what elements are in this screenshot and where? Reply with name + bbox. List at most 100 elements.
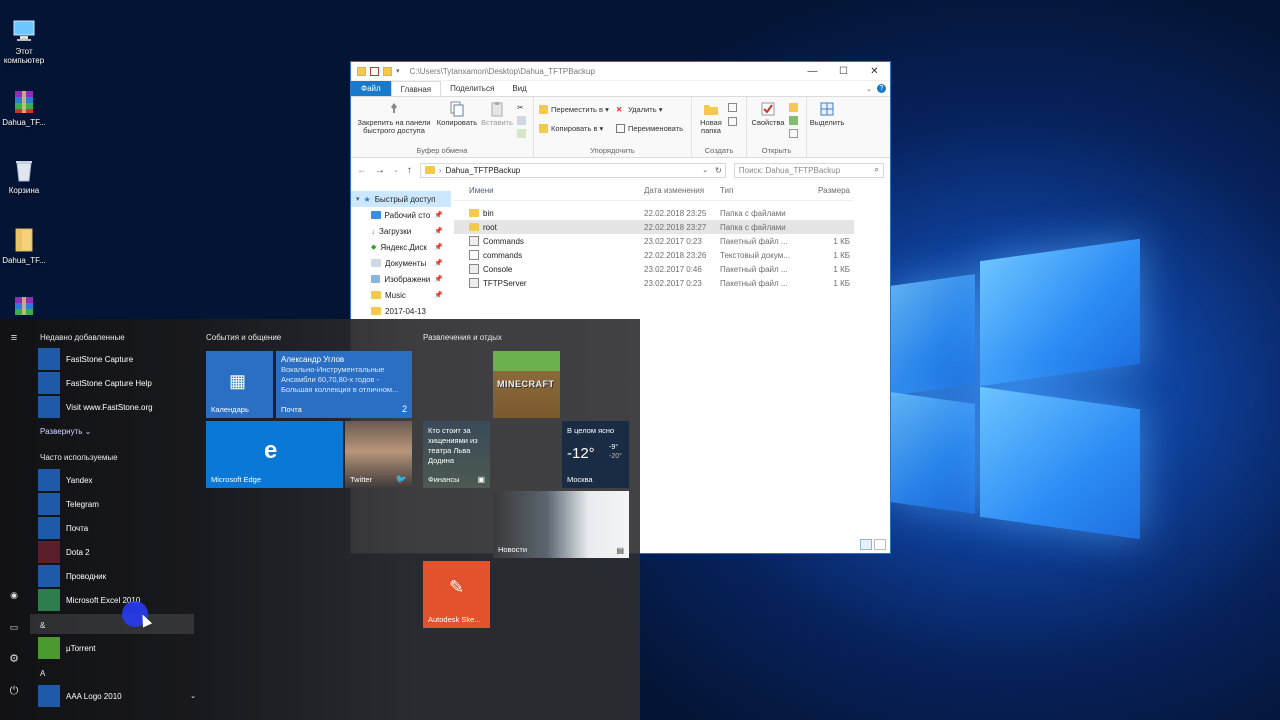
edit-icon[interactable]	[789, 116, 798, 125]
nav-item-downloads[interactable]: ↓ Загрузки 📌	[351, 223, 451, 239]
paste-shortcut-icon[interactable]	[517, 129, 526, 138]
title-bar[interactable]: ▾ C:\Users\Tytanxamon\Desktop\Dahua_TFTP…	[351, 62, 890, 81]
help-icon[interactable]: ?	[877, 84, 886, 93]
refresh-icon[interactable]: ↻	[715, 166, 722, 175]
column-name[interactable]: Имени	[454, 186, 640, 195]
desktop-icon-folder[interactable]: Dahua_TF...	[0, 227, 48, 265]
minimize-button[interactable]: —	[797, 66, 828, 77]
move-to-button[interactable]: Переместить в ▾	[539, 105, 609, 114]
recent-locations-icon[interactable]: ⌄	[393, 166, 399, 174]
hamburger-menu-icon[interactable]: ≡	[7, 331, 21, 345]
properties-icon[interactable]	[370, 66, 379, 76]
tab-file[interactable]: Файл	[351, 81, 391, 96]
copy-to-button[interactable]: Копировать в ▾	[539, 124, 603, 133]
window-title: C:\Users\Tytanxamon\Desktop\Dahua_TFTPBa…	[409, 66, 595, 76]
app-excel-2010[interactable]: Microsoft Excel 2010	[38, 589, 198, 611]
delete-button[interactable]: ✕ Удалить ▾	[616, 105, 662, 114]
chevron-down-icon[interactable]: ⌄	[702, 166, 708, 174]
tab-share[interactable]: Поделиться	[441, 81, 503, 96]
large-icons-view-icon[interactable]	[874, 539, 886, 550]
select-button[interactable]: Выделить	[809, 101, 845, 127]
app-mail[interactable]: Почта	[38, 517, 198, 539]
desktop-icon-recycle-bin[interactable]: Корзина	[0, 157, 48, 195]
app-telegram[interactable]: Telegram	[38, 493, 198, 515]
nav-item-documents[interactable]: Документы 📌	[351, 255, 451, 271]
app-visit-faststone[interactable]: Visit www.FastStone.org	[38, 396, 198, 418]
chevron-down-icon[interactable]: ⌄	[866, 85, 872, 93]
easy-access-icon[interactable]	[728, 117, 737, 126]
app-yandex[interactable]: Yandex	[38, 469, 198, 491]
tab-home[interactable]: Главная	[390, 81, 442, 96]
app-utorrent[interactable]: µTorrent	[38, 637, 198, 659]
app-faststone-capture-help[interactable]: FastStone Capture Help	[38, 372, 198, 394]
copy-button[interactable]: Копировать	[435, 101, 479, 127]
file-row[interactable]: TFTPServer 23.02.2017 0:23 Пакетный файл …	[454, 276, 854, 290]
cut-icon[interactable]: ✂	[517, 103, 526, 112]
desktop-icon-label: Этот компьютер	[3, 47, 45, 65]
app-aaa-logo[interactable]: AAA Logo 2010 ⌄	[38, 685, 198, 707]
nav-item-quick-access[interactable]: ▾ ★ Быстрый доступ	[351, 191, 451, 207]
tab-view[interactable]: Вид	[503, 81, 535, 96]
properties-button[interactable]: Свойства	[751, 101, 785, 127]
maximize-button[interactable]: ☐	[828, 66, 859, 77]
app-explorer[interactable]: Проводник	[38, 565, 198, 587]
file-row[interactable]: Commands 23.02.2017 0:23 Пакетный файл ..…	[454, 234, 854, 248]
app-faststone-capture[interactable]: FastStone Capture	[38, 348, 198, 370]
nav-item-music[interactable]: Music 📌	[351, 287, 451, 303]
desktop-icon-archive[interactable]: Dahua_TF...	[0, 89, 48, 127]
up-arrow-icon[interactable]: ↑	[407, 165, 412, 176]
dota-2-icon	[38, 541, 60, 563]
tile-calendar[interactable]: ▦ Календарь	[206, 351, 273, 418]
tile-finance[interactable]: Кто стоит за хищениями из театра Льва До…	[423, 421, 490, 488]
nav-item-yandex-disk[interactable]: ◆ Яндекс.Диск 📌	[351, 239, 451, 255]
column-size[interactable]: Размера	[816, 186, 850, 195]
app-dota-2[interactable]: Dota 2	[38, 541, 198, 563]
user-account-icon[interactable]: ◉	[7, 588, 21, 602]
web-link-icon	[38, 396, 60, 418]
tile-minecraft[interactable]: MINECRAFT	[493, 351, 560, 418]
file-row[interactable]: root 22.02.2018 23:27 Папка с файлами	[454, 220, 854, 234]
tile-weather[interactable]: В целом ясно -12° -9° -20° Москва	[562, 421, 629, 488]
explorer-icon[interactable]: ▭	[7, 620, 21, 634]
desktop-icon-computer[interactable]: Этот компьютер	[0, 18, 48, 65]
column-type[interactable]: Тип	[720, 186, 816, 195]
new-folder-button[interactable]: Новая папка	[696, 101, 726, 135]
paste-button[interactable]: Вставить	[479, 101, 515, 127]
group-header-events[interactable]: События и общение	[206, 333, 281, 342]
new-item-icon[interactable]	[728, 103, 737, 112]
open-icon[interactable]	[789, 103, 798, 112]
copy-path-icon[interactable]	[517, 116, 526, 125]
file-row[interactable]: bin 22.02.2018 23:25 Папка с файлами	[454, 206, 854, 220]
tile-edge[interactable]: e Microsoft Edge	[206, 421, 343, 488]
file-row[interactable]: commands 22.02.2018 23:26 Текстовый докум…	[454, 248, 854, 262]
search-input[interactable]: Поиск: Dahua_TFTPBackup ⌕	[733, 162, 884, 178]
expand-button[interactable]: Развернуть ⌄	[40, 427, 91, 436]
history-icon[interactable]	[789, 129, 798, 138]
group-header-entertainment[interactable]: Развлечения и отдых	[423, 333, 502, 342]
file-row[interactable]: Console 23.02.2017 0:46 Пакетный файл ...…	[454, 262, 854, 276]
address-bar[interactable]: › Dahua_TFTPBackup ⌄ ↻	[419, 162, 726, 178]
forward-arrow-icon[interactable]: →	[375, 165, 385, 176]
letter-a-header[interactable]: A	[40, 669, 45, 678]
pictures-icon	[371, 275, 381, 283]
tile-autodesk-sketchbook[interactable]: ✎ Autodesk Ske...	[423, 561, 490, 628]
tile-twitter[interactable]: Twitter 🐦	[345, 421, 412, 488]
back-arrow-icon[interactable]: ←	[357, 165, 367, 176]
new-folder-icon[interactable]	[383, 66, 392, 76]
pin-button[interactable]: Закрепить на панели быстрого доступа	[355, 101, 433, 135]
nav-item-desktop[interactable]: Рабочий сто 📌	[351, 207, 451, 223]
tile-mail[interactable]: Александр Углов Вокально-Инструментальны…	[276, 351, 412, 418]
power-icon[interactable]: ⏻	[7, 684, 21, 698]
archive-icon	[11, 89, 37, 115]
nav-item-pictures[interactable]: Изображени 📌	[351, 271, 451, 287]
tile-news[interactable]: Новости ▤	[493, 491, 629, 558]
nav-item-2017-04-13[interactable]: 2017-04-13	[351, 303, 451, 319]
rename-button[interactable]: Переименовать	[616, 124, 683, 133]
settings-gear-icon[interactable]: ⚙	[7, 652, 21, 666]
close-button[interactable]: ✕	[859, 66, 890, 77]
chevron-down-icon[interactable]: ▾	[396, 67, 400, 75]
letter-amp-header[interactable]: &	[40, 621, 45, 630]
details-view-icon[interactable]	[860, 539, 872, 550]
yandex-disk-icon: ◆	[371, 244, 377, 251]
column-date[interactable]: Дата изменения	[640, 186, 720, 195]
